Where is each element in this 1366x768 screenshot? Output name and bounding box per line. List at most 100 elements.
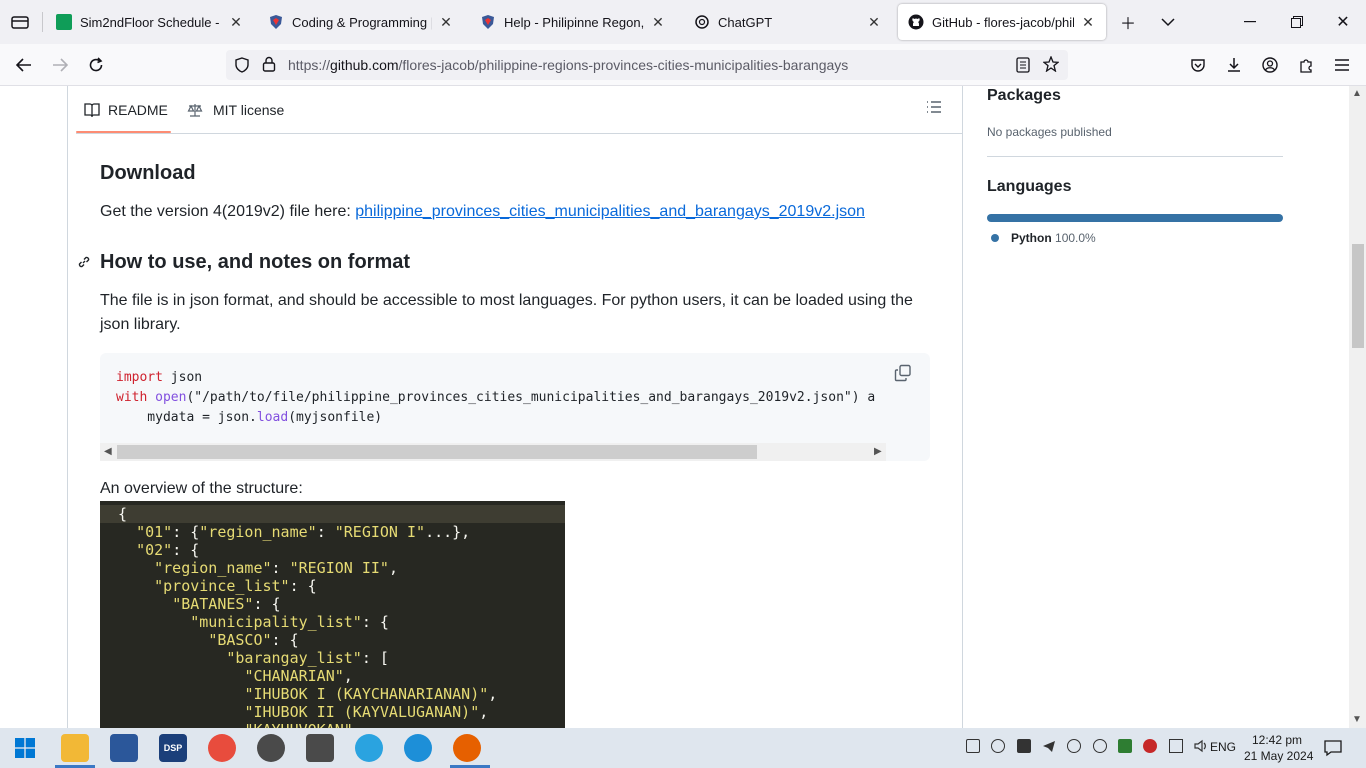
json-punctuation: ,	[353, 721, 362, 728]
pocket-icon[interactable]	[1184, 52, 1212, 78]
tray-nvidia-icon[interactable]	[1118, 739, 1133, 753]
tab-license[interactable]: MIT license	[187, 96, 284, 124]
compass-icon[interactable]	[257, 734, 285, 762]
tab-overflow-chevron-down-icon[interactable]	[1154, 8, 1182, 36]
system-clock[interactable]: 12:42 pm 21 May 2024	[1244, 732, 1313, 764]
scroll-right-arrow-icon[interactable]: ▶	[874, 446, 882, 457]
download-text: Get the version 4(2019v2) file here:	[100, 203, 356, 220]
structure-line: "province_list": {	[118, 577, 317, 595]
tray-telegram-icon[interactable]	[1042, 739, 1056, 753]
outline-list-icon[interactable]	[926, 100, 948, 122]
json-string: "BATANES"	[172, 595, 254, 613]
page-content: README MIT license Download Get the vers…	[0, 86, 1366, 728]
tray-cloud-icon[interactable]	[1092, 739, 1107, 753]
json-string: "region_name"	[199, 523, 317, 541]
tab-title: GitHub - flores-jacob/philippi	[932, 14, 1074, 30]
new-tab-button[interactable]: ＋	[1114, 8, 1142, 36]
json-punctuation: : {	[253, 595, 281, 613]
json-punctuation	[118, 595, 172, 613]
json-punctuation	[118, 649, 226, 667]
scroll-left-arrow-icon[interactable]: ◀	[104, 446, 112, 457]
close-window-button[interactable]: ✕	[1329, 8, 1357, 36]
scroll-down-arrow-icon[interactable]: ▼	[1352, 714, 1362, 725]
edge-icon[interactable]	[404, 734, 432, 762]
json-string: "province_list"	[154, 577, 290, 595]
close-icon[interactable]: ✕	[438, 14, 454, 31]
tray-app-icon[interactable]	[966, 739, 980, 753]
list-all-tabs-icon[interactable]	[8, 10, 32, 34]
dsp-app-icon[interactable]: DSP	[159, 734, 187, 762]
page-vertical-scrollbar[interactable]: ▲ ▼	[1349, 86, 1366, 728]
tab-title: Sim2ndFloor Schedule - Goo	[80, 14, 222, 30]
close-icon[interactable]: ✕	[866, 14, 882, 31]
close-icon[interactable]: ✕	[650, 14, 666, 31]
snipping-tool-icon[interactable]	[208, 734, 236, 762]
tray-cloud-icon[interactable]	[1067, 739, 1082, 753]
back-arrow-icon[interactable]	[10, 52, 38, 78]
json-string: "IHUBOK II (KAYVALUGANAN)"	[244, 703, 480, 721]
reader-view-icon[interactable]	[1016, 57, 1030, 78]
howto-paragraph: The file is in json format, and should b…	[100, 289, 920, 337]
tray-settings-icon[interactable]	[1016, 739, 1031, 753]
reload-icon[interactable]	[82, 52, 110, 78]
input-language[interactable]: ENG	[1210, 740, 1236, 754]
lock-icon[interactable]	[262, 56, 276, 77]
anchor-link-icon[interactable]	[76, 254, 92, 275]
close-icon[interactable]: ✕	[228, 14, 244, 31]
tab-chatgpt[interactable]: ChatGPT ✕	[684, 4, 892, 40]
downloads-icon[interactable]	[1220, 52, 1248, 78]
json-punctuation	[118, 613, 190, 631]
packages-heading[interactable]: Packages	[987, 87, 1061, 105]
tab-title: Coding & Programming | Pin	[292, 14, 432, 30]
scrollbar-thumb[interactable]	[1352, 244, 1364, 348]
tray-shield-icon[interactable]	[991, 739, 1006, 753]
forward-arrow-icon[interactable]	[46, 52, 74, 78]
tab-github[interactable]: GitHub - flores-jacob/philippi ✕	[898, 4, 1106, 40]
overview-text: An overview of the structure:	[100, 480, 303, 497]
json-punctuation: ,	[388, 559, 398, 577]
file-explorer-icon[interactable]	[61, 734, 89, 762]
document-icon[interactable]	[110, 734, 138, 762]
tab-readme-label: README	[108, 102, 168, 118]
close-icon[interactable]: ✕	[1080, 14, 1096, 31]
clock-app-icon[interactable]	[306, 734, 334, 762]
address-bar[interactable]: https://github.com/flores-jacob/philippi…	[226, 50, 1068, 80]
tab-sim2ndfloor[interactable]: Sim2ndFloor Schedule - Goo ✕	[46, 4, 254, 40]
copy-icon[interactable]	[894, 364, 918, 386]
structure-line: "barangay_list": [	[118, 649, 389, 667]
account-icon[interactable]	[1256, 52, 1284, 78]
language-item-python[interactable]: Python 100.0%	[1011, 231, 1096, 245]
windows-start-icon[interactable]	[11, 734, 39, 762]
clock-time: 12:42 pm	[1252, 733, 1303, 747]
json-punctuation: : {	[289, 577, 317, 595]
structure-line: "IHUBOK II (KAYVALUGANAN)",	[118, 703, 488, 721]
notification-icon[interactable]	[1324, 739, 1342, 762]
scroll-up-arrow-icon[interactable]: ▲	[1352, 88, 1362, 99]
json-string: "municipality_list"	[190, 613, 362, 631]
tray-icons	[966, 739, 1216, 756]
minimize-button[interactable]	[1236, 8, 1264, 36]
menu-hamburger-icon[interactable]	[1328, 52, 1356, 78]
scrollbar-thumb[interactable]	[117, 445, 757, 459]
tracking-protection-shield-icon[interactable]	[234, 57, 250, 78]
json-punctuation: ,	[479, 703, 489, 721]
howto-text-line-2: json library.	[100, 316, 181, 333]
tab-title: ChatGPT	[718, 14, 773, 30]
network-icon[interactable]	[1168, 739, 1183, 753]
download-json-link[interactable]: philippine_provinces_cities_municipaliti…	[355, 203, 865, 220]
firefox-icon[interactable]	[453, 734, 481, 762]
bookmark-star-icon[interactable]	[1042, 55, 1060, 77]
code-text: ("/path/to/file/philippine_provinces_cit…	[186, 390, 876, 405]
volume-icon[interactable]	[1194, 739, 1208, 753]
tab-coding-programming[interactable]: Coding & Programming | Pin ✕	[258, 4, 464, 40]
restore-button[interactable]	[1283, 8, 1311, 36]
extensions-icon[interactable]	[1292, 52, 1320, 78]
tab-help-philippine[interactable]: Help - Philipinne Regon, Prov ✕	[470, 4, 676, 40]
tray-amd-icon[interactable]	[1143, 739, 1158, 753]
tab-readme[interactable]: README	[84, 96, 168, 124]
code-horizontal-scrollbar[interactable]: ◀ ▶	[100, 443, 886, 461]
active-tab-indicator	[76, 131, 171, 133]
code-text: json	[162, 370, 203, 385]
tab-license-label: MIT license	[213, 102, 285, 118]
telegram-icon[interactable]	[355, 734, 383, 762]
